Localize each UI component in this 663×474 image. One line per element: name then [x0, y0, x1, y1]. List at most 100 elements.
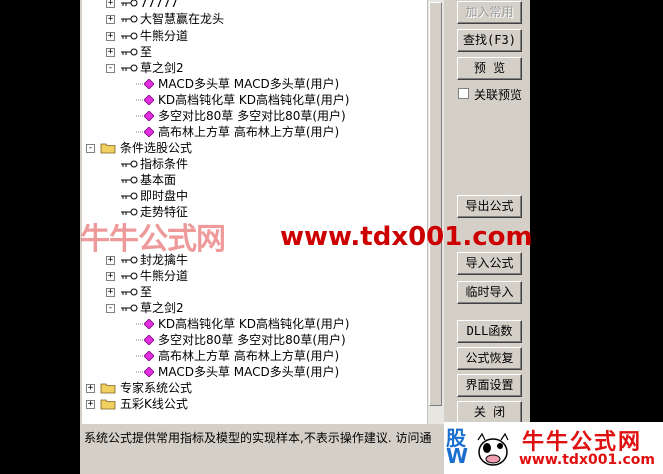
tree-row[interactable]: + 至 [82, 44, 427, 60]
expand-icon[interactable]: + [106, 0, 115, 8]
expand-icon[interactable]: + [106, 32, 115, 41]
tree-row[interactable]: 多空对比80草 多空对比80草(用户) [82, 332, 427, 348]
formula-diamond-icon [144, 79, 154, 89]
formula-diamond-icon [144, 335, 154, 345]
tree-row-label: 至 [140, 45, 153, 59]
close-button[interactable]: 关 闭 [457, 401, 522, 424]
tree-row[interactable]: - 草之剑2 [82, 60, 427, 76]
key-icon [121, 64, 138, 72]
tree-row-label: 至 [140, 285, 153, 299]
cow-mascot-icon [477, 432, 509, 466]
tree-row-label: 牛熊分道 [140, 29, 189, 43]
tree-row-label: 大智慧赢在龙头 [140, 12, 225, 26]
formula-diamond-icon [144, 367, 154, 377]
key-icon [121, 176, 138, 184]
expand-icon[interactable]: + [86, 400, 95, 409]
temp-import-button[interactable]: 临时导入 [457, 281, 522, 304]
tree-row-label: 草之剑2 [140, 61, 184, 75]
tree-row[interactable]: 高布林上方草 高布林上方草(用户) [82, 348, 427, 364]
status-bar-lower [80, 448, 444, 474]
watermark-cn: 牛牛公式网 [80, 222, 226, 257]
expand-icon[interactable]: + [86, 384, 95, 393]
add-to-common-button[interactable]: 加入常用 [457, 1, 522, 24]
tree-row[interactable]: 高布林上方草 高布林上方草(用户) [82, 124, 427, 140]
key-icon [121, 304, 138, 312]
folder-icon [100, 143, 116, 154]
formula-diamond-icon [144, 111, 154, 121]
tree-row-label: 高布林上方草 高布林上方草(用户) [158, 349, 340, 363]
formula-diamond-icon [144, 127, 154, 137]
tree-row[interactable]: + 牛熊分道 [82, 28, 427, 44]
tree-row-label: 条件选股公式 [120, 141, 193, 155]
tree-row[interactable]: +77777 [82, 0, 427, 11]
tree-row-label: 多空对比80草 多空对比80草(用户) [158, 109, 346, 123]
status-bar-text: 系统公式提供常用指标及模型的实现样本,不表示操作建议. 访问通 [84, 431, 432, 445]
key-icon [121, 32, 138, 40]
expand-icon[interactable]: + [106, 272, 115, 281]
tree-row[interactable]: KD高档钝化草 KD高档钝化草(用户) [82, 92, 427, 108]
tree-row[interactable]: + 专家系统公式 [82, 380, 427, 396]
key-icon [121, 0, 138, 7]
collapse-icon[interactable]: - [86, 144, 95, 153]
tree-row[interactable]: - 草之剑2 [82, 300, 427, 316]
collapse-icon[interactable]: - [106, 304, 115, 313]
tree-row[interactable]: + 五彩K线公式 [82, 396, 427, 412]
tree-row[interactable]: 指标条件 [82, 156, 427, 172]
key-icon [121, 48, 138, 56]
formula-diamond-icon [144, 95, 154, 105]
tree-row[interactable]: KD高档钝化草 KD高档钝化草(用户) [82, 316, 427, 332]
tree-row-label: 指标条件 [140, 157, 189, 171]
expand-icon[interactable]: + [106, 15, 115, 24]
tree-row[interactable]: - 条件选股公式 [82, 140, 427, 156]
ui-settings-button[interactable]: 界面设置 [457, 374, 522, 397]
tree-row-label: MACD多头草 MACD多头草(用户) [158, 365, 340, 379]
tree-row-label: 草之剑2 [140, 301, 184, 315]
tree-row[interactable]: + 大智慧赢在龙头 [82, 11, 427, 27]
tree-row[interactable]: 即时盘中 [82, 188, 427, 204]
key-icon [121, 160, 138, 168]
find-button[interactable]: 查找(F3) [457, 29, 522, 52]
logo-url: www.tdx001.com [519, 452, 656, 468]
linked-preview-checkbox[interactable] [458, 88, 469, 99]
tree-row-label: KD高档钝化草 KD高档钝化草(用户) [158, 93, 350, 107]
logo-left-char-b: W [446, 444, 469, 468]
tree-vertical-scrollbar[interactable] [427, 0, 444, 424]
export-formula-button[interactable]: 导出公式 [457, 195, 522, 218]
tree-row[interactable]: 基本面 [82, 172, 427, 188]
tree-row-label: 专家系统公式 [120, 381, 193, 395]
tree-row-label: 牛熊分道 [140, 269, 189, 283]
import-formula-button[interactable]: 导入公式 [457, 252, 522, 275]
expand-icon[interactable]: + [106, 288, 115, 297]
key-icon [121, 288, 138, 296]
tree-row-label: 基本面 [140, 173, 177, 187]
folder-icon [100, 399, 116, 410]
key-icon [121, 192, 138, 200]
formula-restore-button[interactable]: 公式恢复 [457, 347, 522, 370]
tree-row-label: 多空对比80草 多空对比80草(用户) [158, 333, 346, 347]
tree-row[interactable]: 多空对比80草 多空对比80草(用户) [82, 108, 427, 124]
key-icon [121, 15, 138, 23]
formula-diamond-icon [144, 319, 154, 329]
tree-row[interactable]: + 至 [82, 284, 427, 300]
preview-button[interactable]: 预 览 [457, 57, 522, 80]
tree-row-label: KD高档钝化草 KD高档钝化草(用户) [158, 317, 350, 331]
tree-row[interactable]: + 牛熊分道 [82, 268, 427, 284]
scrollbar-thumb[interactable] [429, 2, 442, 406]
tree-row-label: MACD多头草 MACD多头草(用户) [158, 77, 340, 91]
linked-preview-label: 关联预览 [474, 88, 523, 102]
dll-function-button[interactable]: DLL函数 [457, 320, 522, 343]
formula-diamond-icon [144, 351, 154, 361]
folder-icon [100, 383, 116, 394]
watermark-url: www.tdx001.com [280, 222, 533, 252]
tree-row-label: 五彩K线公式 [120, 397, 188, 411]
tree-row-label: 高布林上方草 高布林上方草(用户) [158, 125, 340, 139]
collapse-icon[interactable]: - [106, 64, 115, 73]
tree-row[interactable]: MACD多头草 MACD多头草(用户) [82, 76, 427, 92]
formula-tree[interactable]: +77777 + 大智慧赢在龙头 + 牛熊分道 + 至 - 草之剑2 MACD多头草 MACD多头… [82, 0, 427, 424]
tree-row-label: 即时盘中 [140, 189, 189, 203]
key-icon [121, 272, 138, 280]
background-right [530, 0, 663, 422]
tree-row-label: 77777 [140, 0, 179, 10]
expand-icon[interactable]: + [106, 48, 115, 57]
tree-row[interactable]: MACD多头草 MACD多头草(用户) [82, 364, 427, 380]
